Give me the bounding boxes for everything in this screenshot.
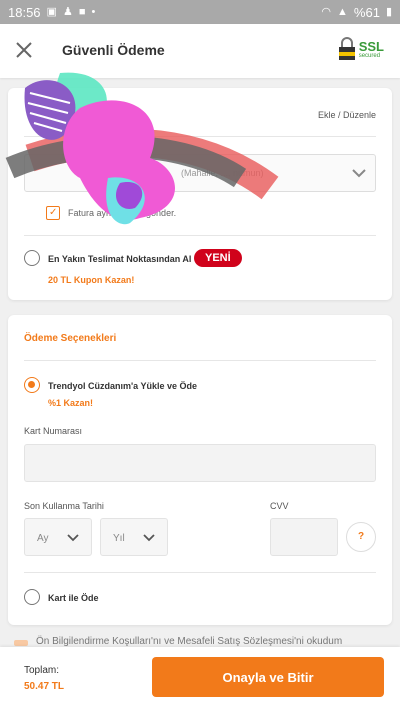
divider	[24, 572, 376, 573]
card-pay-option-title[interactable]: Kart ile Öde	[48, 593, 99, 603]
confirm-and-finish-button[interactable]: Onayla ve Bitir	[152, 657, 384, 697]
folder-icon: ■	[78, 5, 86, 18]
card-number-label: Kart Numarası	[24, 426, 83, 436]
total-label: Toplam:	[24, 665, 60, 676]
bell-icon: ♟	[62, 5, 73, 18]
expiry-label: Son Kullanma Tarihi	[24, 501, 104, 511]
pickup-option-title[interactable]: En Yakın Teslimat Noktasından Al	[48, 254, 191, 264]
agreement-text[interactable]: Ön Bilgilendirme Koşulları'nı ve Mesafel…	[36, 636, 342, 647]
signal-icon: ▲	[337, 5, 348, 18]
card-number-input[interactable]	[24, 444, 376, 482]
total-amount: 50.47 TL	[24, 681, 65, 692]
close-icon[interactable]	[14, 40, 34, 60]
divider	[24, 360, 376, 361]
year-select[interactable]: Yıl	[100, 518, 168, 556]
cvv-input[interactable]	[270, 518, 338, 556]
card-pay-radio[interactable]	[24, 589, 40, 605]
ssl-badge: SSL secured	[338, 37, 384, 61]
battery-icon: ▮	[385, 5, 392, 18]
ssl-secured-label: secured	[358, 52, 381, 59]
wifi-icon: ◠	[321, 5, 332, 18]
page-title: Güvenli Ödeme	[62, 42, 165, 58]
wallet-radio[interactable]	[24, 377, 40, 393]
battery-level: %61	[353, 4, 380, 20]
status-time: 18:56	[8, 4, 41, 20]
pickup-coupon-text: 20 TL Kupon Kazan!	[48, 275, 135, 285]
edit-address-link[interactable]: Ekle / Düzenle	[318, 110, 376, 120]
year-select-value: Yıl	[113, 533, 125, 544]
new-badge: YENİ	[194, 249, 242, 267]
wallet-option-title[interactable]: Trendyol Cüzdanım'a Yükle ve Öde	[48, 381, 197, 391]
wallet-bonus-text: %1 Kazan!	[48, 398, 94, 408]
chevron-down-icon	[352, 169, 366, 178]
chevron-down-icon	[67, 534, 79, 542]
scribble-overlay	[5, 72, 279, 225]
dot-icon: •	[91, 5, 96, 18]
checkout-footer: Toplam: 50.47 TL Onayla ve Bitir	[0, 647, 400, 711]
pickup-radio[interactable]	[24, 250, 40, 266]
divider	[24, 235, 376, 236]
chevron-down-icon	[143, 534, 155, 542]
status-bar: 18:56 ▣ ♟ ■ • ◠ ▲ %61 ▮	[0, 0, 400, 24]
payment-card: Ödeme Seçenekleri Trendyol Cüzdanım'a Yü…	[8, 315, 392, 625]
cvv-help-button[interactable]: ?	[346, 522, 376, 552]
month-select-value: Ay	[37, 533, 49, 544]
cvv-label: CVV	[270, 501, 289, 511]
month-select[interactable]: Ay	[24, 518, 92, 556]
lock-icon	[338, 37, 355, 60]
agreement-checkbox[interactable]	[14, 640, 28, 646]
ssl-label: SSL	[358, 38, 384, 54]
payment-section-title: Ödeme Seçenekleri	[24, 333, 117, 344]
image-icon: ▣	[46, 5, 57, 18]
